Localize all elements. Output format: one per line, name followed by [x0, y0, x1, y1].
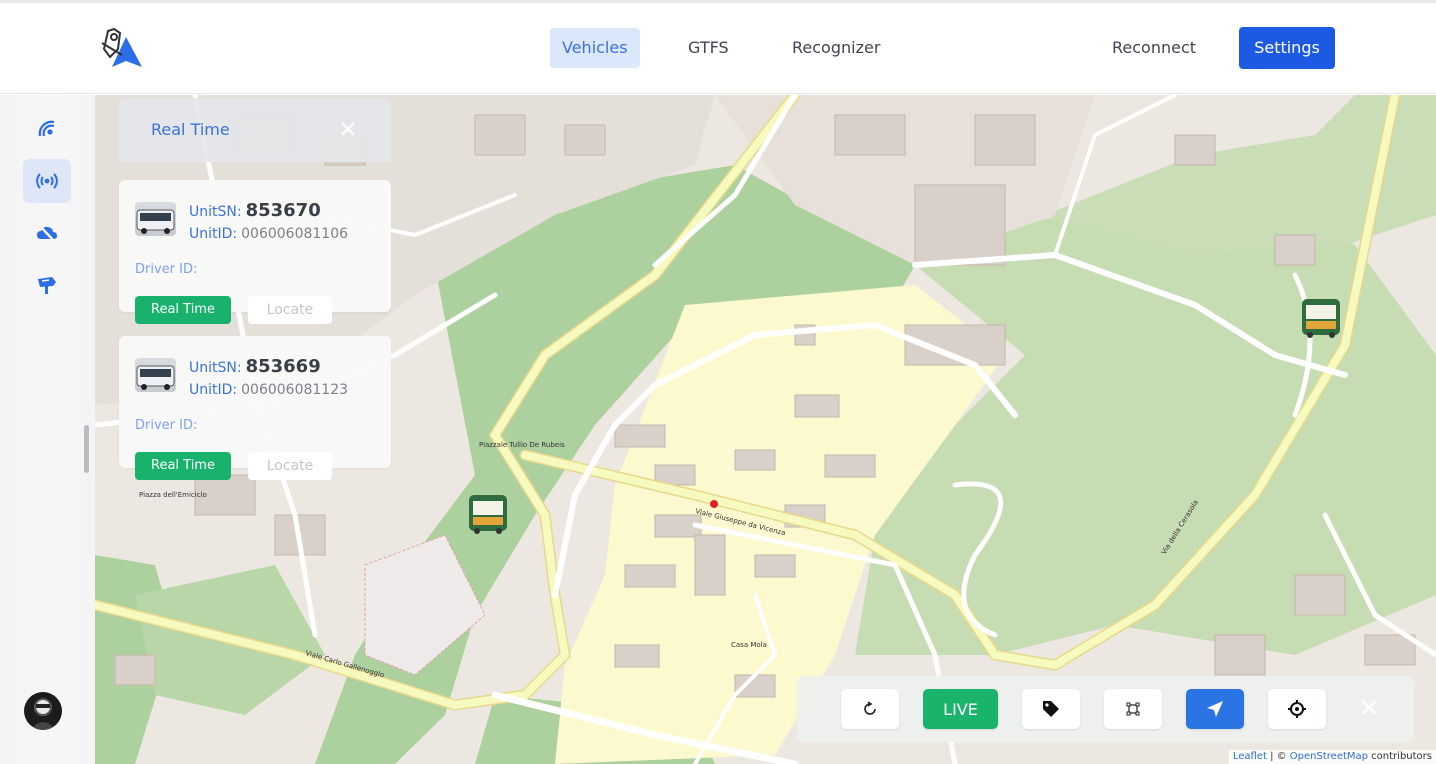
navigation-arrow-icon — [1207, 701, 1223, 717]
avatar[interactable] — [24, 692, 62, 730]
unitsn-row: UnitSN: 853670 — [189, 200, 321, 221]
realtime-panel-header: Real Time ✕ — [119, 98, 391, 162]
osm-link[interactable]: OpenStreetMap — [1290, 751, 1368, 762]
unitid-value: 006006081106 — [241, 226, 349, 242]
locate-button[interactable]: Locate — [248, 296, 332, 324]
poi-marker — [710, 500, 718, 508]
close-icon[interactable]: ✕ — [1359, 694, 1379, 722]
close-icon[interactable]: ✕ — [339, 118, 357, 143]
place-label-derubeis: Piazzale Tullio De Rubeis — [479, 441, 565, 449]
refresh-button[interactable] — [841, 689, 899, 729]
satellite-dish-icon — [38, 120, 55, 137]
bus-thumbnail — [135, 202, 176, 236]
sidebar-item-route[interactable] — [23, 263, 71, 307]
bus-marker[interactable] — [469, 495, 507, 534]
unitsn-label: UnitSN: — [189, 360, 242, 376]
crosshair-button[interactable] — [1268, 689, 1326, 729]
attribution-suffix: contributors — [1368, 751, 1432, 762]
unitid-label: UnitID: — [189, 226, 238, 242]
attribution-separator: | © — [1266, 751, 1290, 762]
unitid-row: UnitID: 006006081106 — [189, 226, 348, 242]
locate-button[interactable]: Locate — [248, 452, 332, 480]
refresh-icon — [864, 701, 876, 715]
live-button[interactable]: LIVE — [923, 689, 998, 729]
sidebar-item-satellite[interactable] — [23, 107, 71, 151]
unitsn-row: UnitSN: 853669 — [189, 356, 321, 377]
driver-id-label: Driver ID: — [135, 262, 198, 277]
unitsn-value: 853670 — [245, 200, 321, 221]
unitid-label: UnitID: — [189, 382, 238, 398]
reconnect-button[interactable]: Reconnect — [1100, 28, 1208, 68]
crosshair-icon — [1288, 700, 1306, 718]
select-area-button[interactable] — [1104, 689, 1162, 729]
app-logo-icon[interactable] — [100, 27, 146, 71]
sidebar-item-cloud-off[interactable] — [23, 211, 71, 255]
unitsn-value: 853669 — [245, 356, 321, 377]
broadcast-icon — [36, 173, 58, 189]
unitid-row: UnitID: 006006081123 — [189, 382, 348, 398]
tag-button[interactable] — [1022, 689, 1080, 729]
realtime-button[interactable]: Real Time — [135, 452, 231, 480]
map-attribution: Leaflet | © OpenStreetMap contributors — [1228, 750, 1436, 764]
sidebar-scrollbar[interactable] — [84, 425, 89, 473]
sidebar — [0, 95, 95, 764]
unitsn-label: UnitSN: — [189, 204, 242, 220]
navigation-button[interactable] — [1186, 689, 1244, 729]
tab-gtfs[interactable]: GTFS — [676, 28, 741, 68]
tab-recognizer[interactable]: Recognizer — [780, 28, 892, 68]
driver-id-label: Driver ID: — [135, 418, 198, 433]
vehicle-card[interactable]: UnitSN: 853669 UnitID: 006006081123 Driver… — [119, 336, 391, 480]
sidebar-item-broadcast[interactable] — [23, 159, 71, 203]
select-area-icon — [1126, 702, 1140, 716]
place-label-casamola: Casa Mola — [731, 641, 767, 649]
vehicle-card[interactable]: UnitSN: 853670 UnitID: 006006081106 Driver… — [119, 180, 391, 324]
bus-marker[interactable] — [1302, 299, 1340, 338]
tab-vehicles[interactable]: Vehicles — [550, 28, 640, 68]
tag-icon — [1043, 701, 1059, 717]
realtime-panel-title: Real Time — [151, 120, 230, 139]
route-sign-icon — [38, 277, 56, 294]
realtime-button[interactable]: Real Time — [135, 296, 231, 324]
place-label-emiciclo: Piazza dell'Emiciclo — [139, 491, 207, 499]
map-toolbar: LIVE ✕ — [797, 676, 1414, 742]
settings-button[interactable]: Settings — [1239, 27, 1335, 69]
app-header: Vehicles GTFS Recognizer Reconnect Setti… — [0, 3, 1436, 94]
unitid-value: 006006081123 — [241, 382, 349, 398]
cloud-off-icon — [37, 224, 57, 243]
bus-thumbnail — [135, 358, 176, 392]
leaflet-link[interactable]: Leaflet — [1233, 751, 1267, 762]
